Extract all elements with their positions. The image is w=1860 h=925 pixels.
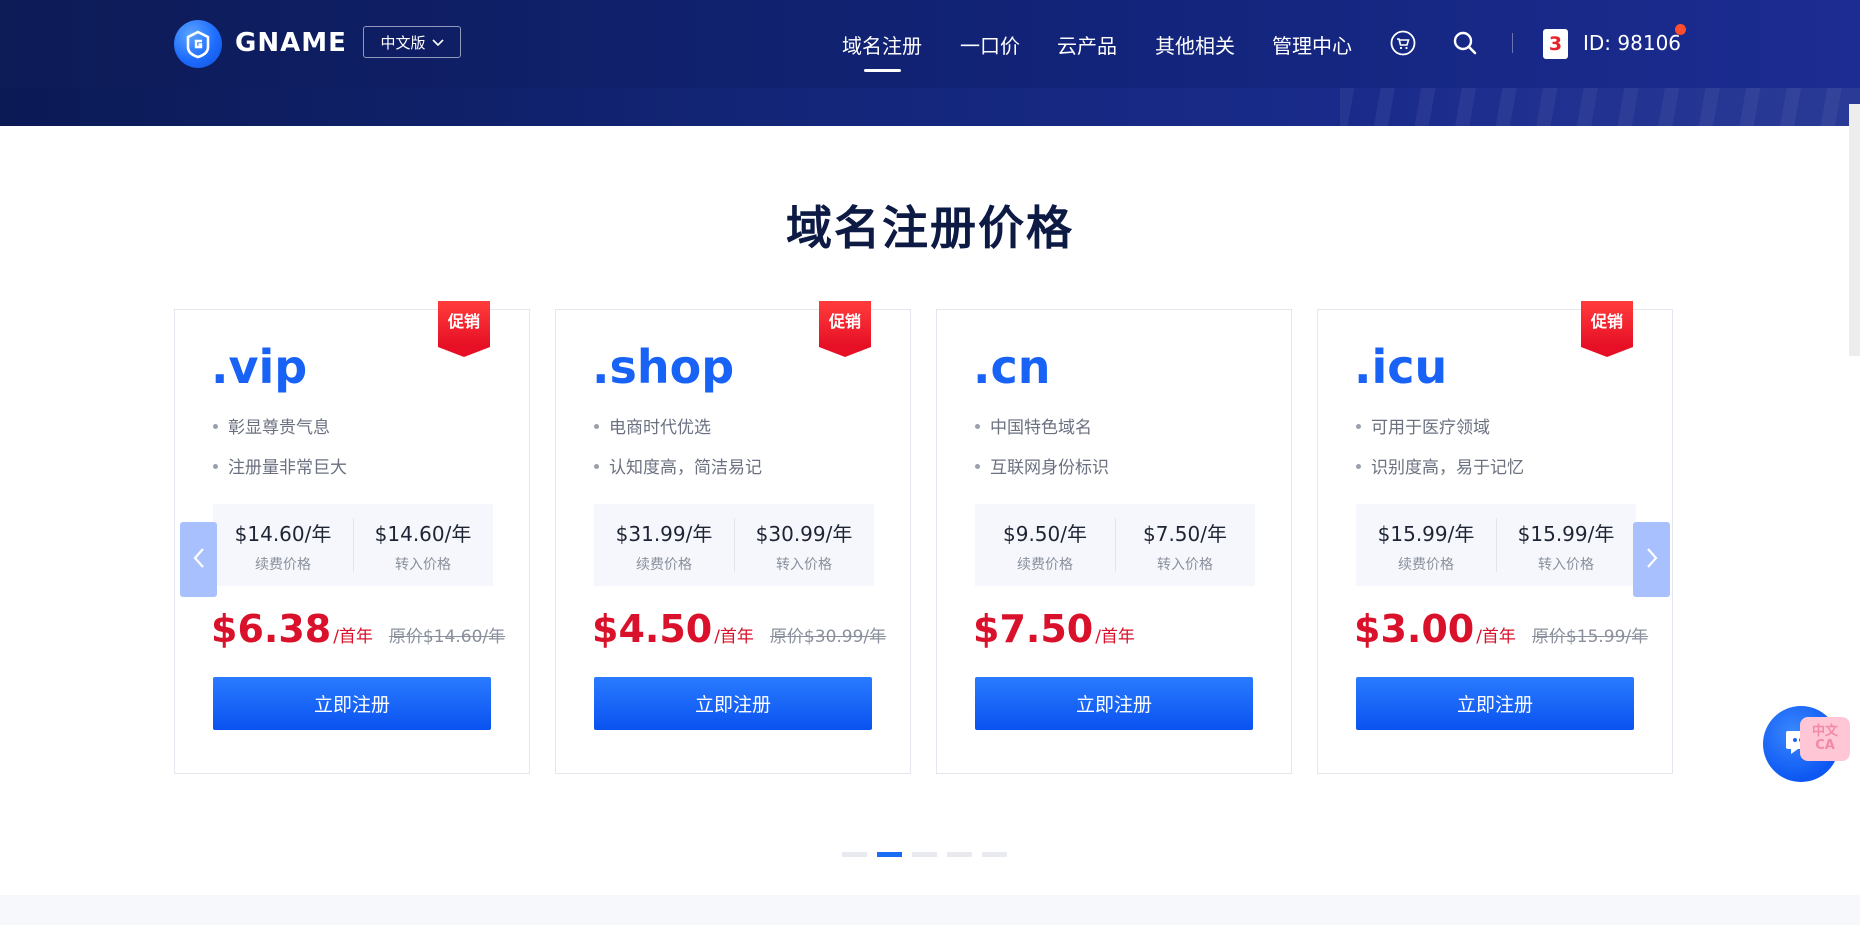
- transfer-price-col: $7.50/年 转入价格: [1115, 518, 1255, 574]
- transfer-label: 转入价格: [1538, 557, 1594, 573]
- carousel-pagination: [842, 852, 1007, 857]
- cart-icon[interactable]: [1390, 30, 1416, 60]
- sale-price-row: $6.38/首年 原价$14.60/年: [211, 607, 505, 651]
- renew-price: $9.50/年: [1003, 522, 1087, 546]
- tld-name: .shop: [592, 340, 735, 394]
- tld-name: .vip: [211, 340, 308, 394]
- nav-divider: [1512, 33, 1513, 53]
- nav-cloud-products[interactable]: 云产品: [1057, 30, 1117, 59]
- feature-item: 互联网身份标识: [975, 453, 1109, 478]
- feature-item: 认知度高，简洁易记: [594, 453, 762, 478]
- renew-price-col: $14.60/年 续费价格: [213, 518, 353, 574]
- feature-item: 彰显尊贵气息: [213, 413, 330, 438]
- sale-price: $6.38: [211, 607, 332, 651]
- transfer-price: $30.99/年: [755, 522, 853, 546]
- original-price: 原价$30.99/年: [769, 627, 887, 647]
- nav-fixed-price[interactable]: 一口价: [960, 30, 1020, 59]
- top-navbar: GNAME 中文版 域名注册 一口价 云产品 其他相关 管理中心 3 ID: 9…: [0, 0, 1860, 88]
- sale-price-row: $4.50/首年 原价$30.99/年: [592, 607, 886, 651]
- tld-name: .icu: [1354, 340, 1448, 394]
- carousel-dot[interactable]: [947, 852, 972, 857]
- sale-price-row: $3.00/首年 原价$15.99/年: [1354, 607, 1648, 651]
- nav-active-indicator: [864, 69, 901, 72]
- sale-unit: /首年: [1476, 627, 1516, 647]
- renew-price: $31.99/年: [615, 522, 713, 546]
- transfer-price: $14.60/年: [374, 522, 472, 546]
- promo-badge: 促销: [819, 301, 871, 357]
- feature-item: 电商时代优选: [594, 413, 711, 438]
- original-price: 原价$15.99/年: [1531, 627, 1649, 647]
- domain-card-vip: 促销 .vip 彰显尊贵气息 注册量非常巨大 $14.60/年 续费价格 $14…: [174, 301, 530, 774]
- carousel-dot[interactable]: [982, 852, 1007, 857]
- domain-card-shop: 促销 .shop 电商时代优选 认知度高，简洁易记 $31.99/年 续费价格 …: [555, 301, 911, 774]
- transfer-price-col: $15.99/年 转入价格: [1496, 518, 1636, 574]
- renew-label: 续费价格: [255, 557, 311, 573]
- price-box: $31.99/年 续费价格 $30.99/年 转入价格: [594, 504, 874, 586]
- register-button[interactable]: 立即注册: [1356, 677, 1634, 730]
- logo-icon[interactable]: [174, 20, 222, 68]
- chat-language-tag[interactable]: 中文 CA: [1800, 717, 1850, 761]
- register-button[interactable]: 立即注册: [594, 677, 872, 730]
- renew-label: 续费价格: [1017, 557, 1073, 573]
- tld-name: .cn: [973, 340, 1051, 394]
- price-box: $9.50/年 续费价格 $7.50/年 转入价格: [975, 504, 1255, 586]
- promo-badge: 促销: [438, 301, 490, 357]
- renew-label: 续费价格: [636, 557, 692, 573]
- language-label: 中文版: [380, 33, 426, 52]
- sale-unit: /首年: [714, 627, 754, 647]
- domain-card-cn: .cn 中国特色域名 互联网身份标识 $9.50/年 续费价格 $7.50/年 …: [936, 309, 1292, 774]
- user-id[interactable]: ID: 98106: [1583, 31, 1681, 55]
- transfer-price: $15.99/年: [1517, 522, 1615, 546]
- chevron-right-icon: [1645, 547, 1659, 573]
- transfer-label: 转入价格: [1157, 557, 1213, 573]
- logo-text[interactable]: GNAME: [235, 28, 347, 58]
- renew-label: 续费价格: [1398, 557, 1454, 573]
- feature-item: 中国特色域名: [975, 413, 1092, 438]
- domain-card-icu: 促销 .icu 可用于医疗领域 识别度高，易于记忆 $15.99/年 续费价格 …: [1317, 301, 1673, 774]
- carousel-dot[interactable]: [912, 852, 937, 857]
- renew-price-col: $15.99/年 续费价格: [1356, 518, 1496, 574]
- carousel-prev-button[interactable]: [180, 522, 217, 597]
- sale-price: $4.50: [592, 607, 713, 651]
- transfer-label: 转入价格: [776, 557, 832, 573]
- transfer-price: $7.50/年: [1143, 522, 1227, 546]
- feature-item: 识别度高，易于记忆: [1356, 453, 1524, 478]
- chevron-left-icon: [192, 547, 206, 573]
- price-box: $15.99/年 续费价格 $15.99/年 转入价格: [1356, 504, 1636, 586]
- transfer-label: 转入价格: [395, 557, 451, 573]
- sale-price: $3.00: [1354, 607, 1475, 651]
- sale-unit: /首年: [1095, 627, 1135, 647]
- carousel-next-button[interactable]: [1633, 522, 1670, 597]
- next-section-band: [0, 895, 1860, 925]
- original-price: 原价$14.60/年: [388, 627, 506, 647]
- feature-item: 注册量非常巨大: [213, 453, 347, 478]
- notification-dot: [1675, 24, 1686, 35]
- transfer-price-col: $14.60/年 转入价格: [353, 518, 493, 574]
- renew-price-col: $9.50/年 续费价格: [975, 518, 1115, 574]
- transfer-price-col: $30.99/年 转入价格: [734, 518, 874, 574]
- nav-domain-register[interactable]: 域名注册: [842, 30, 922, 59]
- carousel-dot-active[interactable]: [877, 852, 902, 857]
- sale-price: $7.50: [973, 607, 1094, 651]
- search-icon[interactable]: [1452, 30, 1478, 60]
- carousel-dot[interactable]: [842, 852, 867, 857]
- register-button[interactable]: 立即注册: [975, 677, 1253, 730]
- sale-price-row: $7.50/首年: [973, 607, 1135, 651]
- renew-price: $15.99/年: [1377, 522, 1475, 546]
- chevron-down-icon: [431, 33, 444, 51]
- renew-price-col: $31.99/年 续费价格: [594, 518, 734, 574]
- nav-other[interactable]: 其他相关: [1155, 30, 1235, 59]
- language-select[interactable]: 中文版: [363, 26, 461, 58]
- feature-item: 可用于医疗领域: [1356, 413, 1490, 438]
- scrollbar-track[interactable]: [1849, 104, 1860, 356]
- nav-management[interactable]: 管理中心: [1272, 30, 1352, 59]
- user-level-badge[interactable]: 3: [1543, 29, 1568, 59]
- promo-badge: 促销: [1581, 301, 1633, 357]
- register-button[interactable]: 立即注册: [213, 677, 491, 730]
- renew-price: $14.60/年: [234, 522, 332, 546]
- price-box: $14.60/年 续费价格 $14.60/年 转入价格: [213, 504, 493, 586]
- section-title: 域名注册价格: [786, 201, 1074, 255]
- sale-unit: /首年: [333, 627, 373, 647]
